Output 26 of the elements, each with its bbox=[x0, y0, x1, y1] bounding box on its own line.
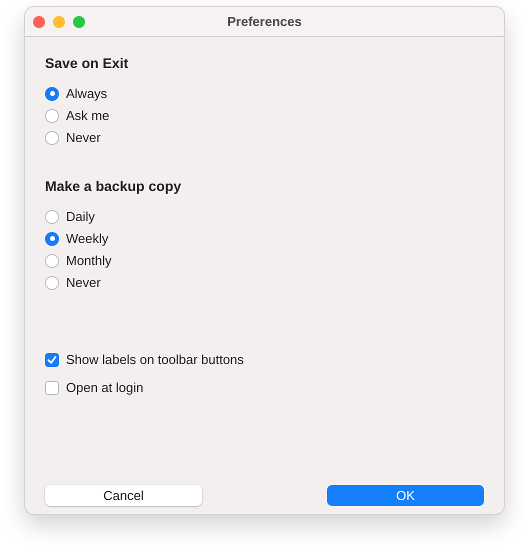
radio-button[interactable] bbox=[45, 130, 59, 144]
window-title: Preferences bbox=[227, 14, 302, 29]
radio-button[interactable] bbox=[45, 254, 59, 268]
cancel-button[interactable]: Cancel bbox=[45, 485, 202, 506]
checkbox-label: Show labels on toolbar buttons bbox=[66, 352, 244, 367]
radio-label: Always bbox=[66, 86, 108, 101]
radio-label: Weekly bbox=[66, 231, 108, 246]
radio-label: Never bbox=[66, 130, 101, 145]
radio-button[interactable] bbox=[45, 86, 59, 100]
checkbox-label: Open at login bbox=[66, 380, 144, 395]
radio-button[interactable] bbox=[45, 232, 59, 246]
checkbox[interactable] bbox=[45, 352, 59, 366]
radio-button[interactable] bbox=[45, 108, 59, 122]
ok-button[interactable]: OK bbox=[327, 485, 484, 506]
radio-button[interactable] bbox=[45, 210, 59, 224]
radio-label: Daily bbox=[66, 209, 95, 224]
window-control-icon[interactable] bbox=[53, 16, 65, 28]
window-control-icon[interactable] bbox=[33, 16, 45, 28]
radio-button[interactable] bbox=[45, 276, 59, 290]
radio-label: Ask me bbox=[66, 108, 110, 123]
radio-label: Monthly bbox=[66, 253, 112, 268]
radio-label: Never bbox=[66, 275, 101, 290]
section-heading: Save on Exit bbox=[45, 55, 130, 71]
section-heading: Make a backup copy bbox=[45, 178, 182, 194]
checkbox[interactable] bbox=[45, 380, 59, 394]
window-control-icon[interactable] bbox=[73, 16, 85, 28]
